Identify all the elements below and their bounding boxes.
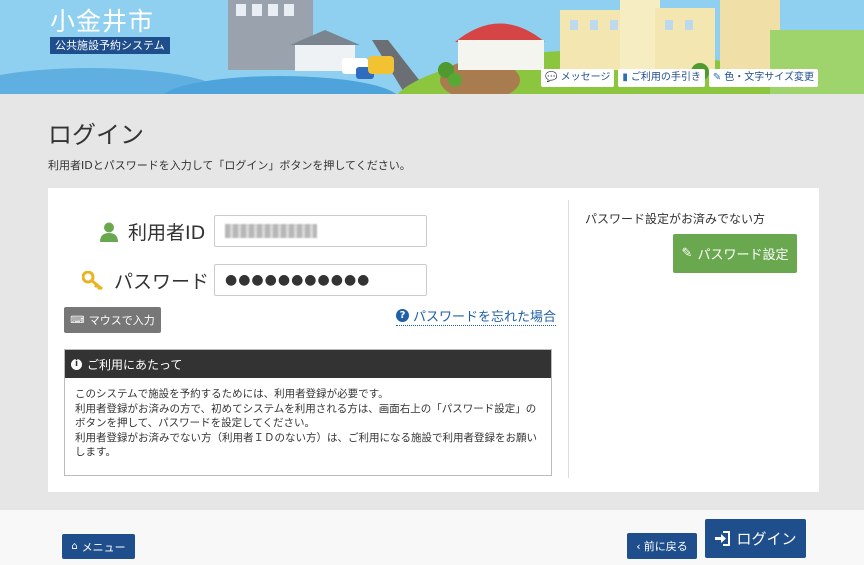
instruction-text: 利用者IDとパスワードを入力して「ログイン」ボタンを押してください。 bbox=[48, 159, 411, 172]
header-banner: 小金井市 公共施設予約システム 💬 メッセージ ▮ ご利用の手引き ✎ 色・文字… bbox=[0, 0, 864, 94]
user-id-row: 利用者ID bbox=[100, 218, 205, 245]
notice-body: このシステムで施設を予約するためには、利用者登録が必要です。 利用者登録がお済み… bbox=[65, 378, 551, 469]
city-name[interactable]: 小金井市 bbox=[50, 2, 154, 38]
login-button[interactable]: ログイン bbox=[705, 519, 806, 558]
question-circle-icon: ? bbox=[396, 309, 409, 322]
page-title: ログイン bbox=[48, 121, 144, 149]
brush-icon: ✎ bbox=[712, 72, 722, 83]
vertical-divider bbox=[568, 200, 569, 478]
home-icon: ⌂ bbox=[71, 541, 78, 552]
menu-label: メニュー bbox=[81, 540, 126, 554]
key-icon bbox=[82, 270, 103, 290]
notice-line: します。 bbox=[75, 446, 116, 458]
pencil-icon: ✎ bbox=[681, 246, 693, 261]
login-label: ログイン bbox=[736, 530, 797, 548]
keyboard-icon: ⌨ bbox=[70, 314, 85, 326]
password-input[interactable] bbox=[214, 264, 427, 296]
password-setup-label: パスワード設定 bbox=[697, 248, 789, 263]
user-icon bbox=[100, 222, 118, 242]
guide-link[interactable]: ▮ ご利用の手引き bbox=[618, 69, 705, 87]
message-link-label: メッセージ bbox=[560, 72, 611, 83]
back-button[interactable]: ‹ 前に戻る bbox=[627, 533, 697, 559]
notice-box: i ご利用にあたって このシステムで施設を予約するためには、利用者登録が必要です… bbox=[64, 349, 552, 476]
chevron-left-icon: ‹ bbox=[636, 539, 641, 553]
speech-bubble-icon: 💬 bbox=[545, 72, 558, 83]
forgot-password-label: パスワードを忘れた場合 bbox=[413, 310, 557, 325]
password-setup-note: パスワード設定がお済みでない方 bbox=[585, 212, 766, 226]
notice-line: 利用者登録がお済みの方で、初めてシステムを利用される方は、画面右上の「パスワード… bbox=[75, 402, 537, 415]
notice-heading: ご利用にあたって bbox=[87, 357, 183, 372]
system-name[interactable]: 公共施設予約システム bbox=[50, 37, 170, 54]
mouse-input-label: マウスで入力 bbox=[88, 314, 155, 327]
guide-link-label: ご利用の手引き bbox=[630, 72, 701, 83]
back-label: 前に戻る bbox=[643, 540, 688, 553]
sign-in-icon bbox=[715, 531, 731, 546]
notice-header: i ご利用にあたって bbox=[65, 350, 551, 378]
password-label: パスワード bbox=[114, 271, 210, 293]
notice-line: このシステムで施設を予約するためには、利用者登録が必要です。 bbox=[75, 388, 389, 400]
user-id-masked-value bbox=[225, 224, 317, 238]
forgot-password-link[interactable]: ? パスワードを忘れた場合 bbox=[396, 306, 557, 326]
notice-line: 利用者登録がお済みでない方（利用者ＩＤのない方）は、ご利用になる施設で利用者登録… bbox=[75, 431, 537, 444]
book-icon: ▮ bbox=[622, 72, 628, 83]
password-row: パスワード bbox=[82, 267, 209, 294]
message-link[interactable]: 💬 メッセージ bbox=[541, 69, 615, 87]
info-circle-icon: i bbox=[71, 358, 82, 370]
header-links: 💬 メッセージ ▮ ご利用の手引き ✎ 色・文字サイズ変更 bbox=[541, 69, 818, 87]
password-setup-button[interactable]: ✎ パスワード設定 bbox=[673, 234, 797, 273]
display-settings-link-label: 色・文字サイズ変更 bbox=[724, 72, 814, 83]
display-settings-link[interactable]: ✎ 色・文字サイズ変更 bbox=[708, 69, 818, 87]
notice-line: ボタンを押して、パスワードを設定してください。 bbox=[75, 417, 316, 429]
mouse-input-button[interactable]: ⌨ マウスで入力 bbox=[64, 307, 161, 333]
user-id-label: 利用者ID bbox=[128, 222, 206, 244]
menu-button[interactable]: ⌂ メニュー bbox=[62, 534, 135, 559]
